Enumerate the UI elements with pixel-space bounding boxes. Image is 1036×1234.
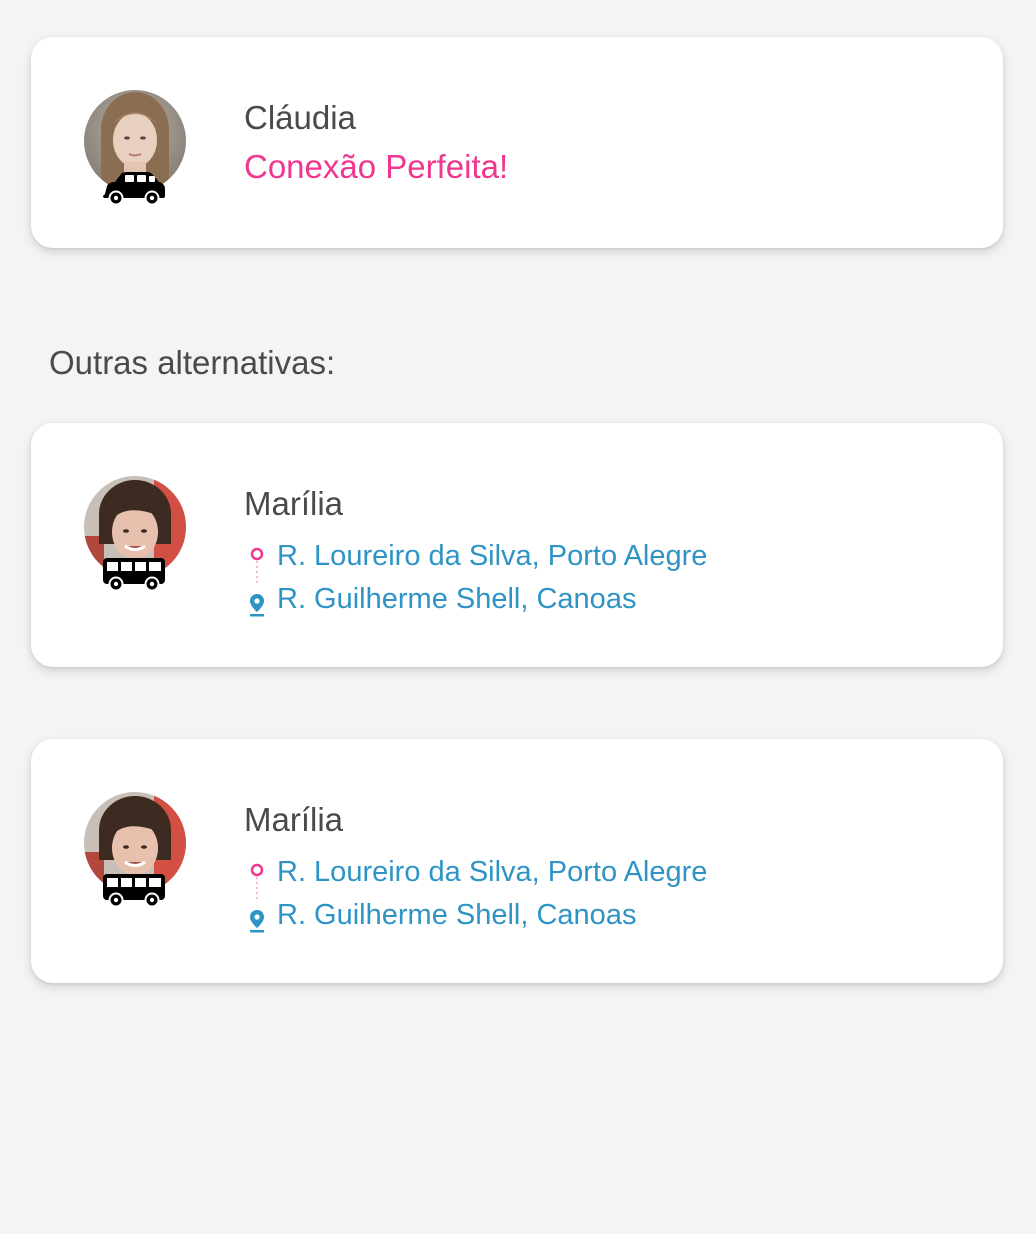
destination-pin-icon <box>250 594 264 617</box>
primary-match-card[interactable]: Cláudia Conexão Perfeita! <box>31 37 1003 248</box>
match-name: Marília <box>244 801 344 838</box>
origin-address: R. Loureiro da Silva, Porto Alegre <box>277 856 708 888</box>
page: Cláudia Conexão Perfeita! Outras alterna… <box>0 0 1036 1234</box>
alternative-card[interactable]: Marília R. Loureiro da Silva, Porto Aleg… <box>31 739 1003 983</box>
alternatives-heading: Outras alternativas: <box>49 344 336 381</box>
match-name: Marília <box>244 485 344 522</box>
avatar-group <box>84 90 186 210</box>
match-name: Cláudia <box>244 99 356 136</box>
bus-icon <box>103 874 165 908</box>
bus-icon <box>103 558 165 592</box>
avatar-group <box>84 476 186 596</box>
destination-address: R. Guilherme Shell, Canoas <box>277 583 637 615</box>
match-status: Conexão Perfeita! <box>244 148 509 185</box>
alternative-card[interactable]: Marília R. Loureiro da Silva, Porto Aleg… <box>31 423 1003 667</box>
destination-address: R. Guilherme Shell, Canoas <box>277 899 637 931</box>
car-icon <box>103 172 165 206</box>
destination-pin-icon <box>250 910 264 933</box>
avatar-group <box>84 792 186 912</box>
origin-address: R. Loureiro da Silva, Porto Alegre <box>277 540 708 572</box>
